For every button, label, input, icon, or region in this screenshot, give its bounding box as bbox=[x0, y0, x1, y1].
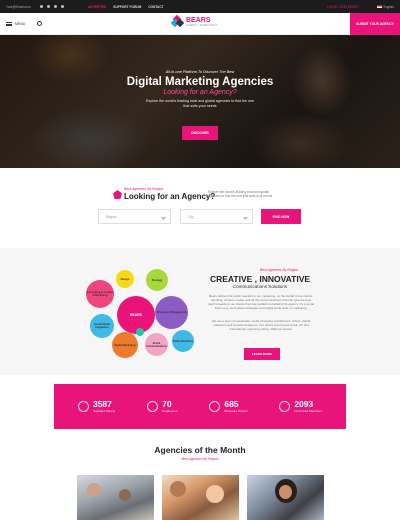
about-subtitle: Communications Solutions bbox=[232, 284, 288, 289]
agency-photo-detail bbox=[206, 485, 224, 503]
bubble-placement: Placement Management bbox=[155, 296, 188, 329]
users-icon bbox=[77, 401, 89, 412]
top-bar: Your@Email.com ADVERTISE SUPPORT FORUM C… bbox=[0, 0, 400, 13]
hero-description: Explore the world's leading local and gl… bbox=[146, 99, 254, 108]
bubble-consulting: Consulting & Contact & Marketing bbox=[86, 280, 114, 308]
stat-number: 685 bbox=[224, 399, 239, 409]
stat-number: 2093 bbox=[294, 399, 314, 409]
pentagon-icon bbox=[113, 190, 122, 199]
find-title: Looking for an Agency? bbox=[124, 192, 216, 201]
region-placeholder: Region bbox=[106, 214, 117, 219]
bubble-brand-comm: Brand Communications bbox=[145, 333, 168, 356]
chevron-down-icon bbox=[243, 215, 248, 220]
agency-photo bbox=[87, 483, 101, 497]
hero-title: Digital Marketing Agencies bbox=[126, 76, 274, 88]
language-label: English bbox=[383, 4, 394, 9]
language-select[interactable]: English bbox=[376, 4, 394, 9]
find-now-button[interactable]: FIND NOW bbox=[261, 209, 301, 224]
agency-photo-detail bbox=[279, 485, 292, 499]
menu-button[interactable]: MENU bbox=[6, 21, 26, 26]
stat-number: 3587 bbox=[92, 399, 112, 409]
hero-pretitle: All-in-one Platform To Discover The Best bbox=[165, 70, 235, 74]
agencies-of-month-header: Agencies of the Month Best Agencies By R… bbox=[0, 445, 400, 461]
stat-members: 2093 Dedicated Members bbox=[279, 400, 322, 413]
instagram-icon[interactable] bbox=[54, 5, 57, 8]
agency-card[interactable] bbox=[247, 475, 324, 520]
region-select[interactable]: Region bbox=[98, 209, 171, 224]
stat-label: Employees bbox=[162, 409, 178, 413]
agency-card[interactable] bbox=[77, 475, 154, 520]
city-select[interactable]: City bbox=[180, 209, 253, 224]
month-kicker: Best Agencies By Region bbox=[181, 457, 219, 461]
find-agency-section: Best Agencies By Region Looking for an A… bbox=[0, 168, 400, 248]
brand-logo[interactable]: BEARS AGENCY DIRECTORY bbox=[170, 14, 218, 28]
bubble-digital-marketing: Digital Marketing bbox=[112, 332, 138, 358]
brand-tagline: AGENCY DIRECTORY bbox=[186, 23, 218, 27]
social-links bbox=[40, 5, 64, 8]
star-icon bbox=[279, 401, 291, 412]
stat-employees: 70 Employees bbox=[147, 400, 177, 413]
month-title: Agencies of the Month bbox=[154, 445, 246, 455]
person-icon bbox=[147, 401, 159, 412]
about-paragraph-2: We are a team of passionate media strate… bbox=[211, 319, 311, 331]
contact-email[interactable]: Your@Email.com bbox=[6, 5, 40, 9]
bubble-social-media: Social Media Integration bbox=[90, 314, 114, 338]
agency-card[interactable] bbox=[162, 475, 239, 520]
chevron-down-icon bbox=[161, 215, 166, 220]
logo-mark-icon bbox=[170, 14, 185, 28]
about-section: Design Strategy Consulting & Contact & M… bbox=[0, 248, 400, 375]
learn-more-button[interactable]: LEARN MORE bbox=[244, 348, 281, 360]
link-advertise[interactable]: ADVERTISE bbox=[88, 5, 106, 9]
stat-number: 70 bbox=[162, 399, 172, 409]
hero-subtitle: Looking for an Agency? bbox=[163, 89, 237, 96]
youtube-icon[interactable] bbox=[61, 5, 64, 8]
stat-label: Satisfied Clients bbox=[92, 409, 116, 413]
agency-photo-detail bbox=[119, 489, 131, 501]
bubble-design: Design bbox=[116, 270, 134, 288]
about-kicker: Best Agencies By Region bbox=[260, 268, 299, 272]
briefcase-icon bbox=[209, 401, 221, 412]
stats-bar: 3587 Satisfied Clients 70 Employees 685 Bus… bbox=[54, 384, 346, 429]
bubble-public-relations: Public Relations bbox=[172, 330, 194, 352]
twitter-icon[interactable] bbox=[47, 5, 50, 8]
login-link[interactable]: LOGIN / JOIN BEARS bbox=[327, 5, 359, 9]
about-title: CREATIVE , INNOVATIVE bbox=[209, 274, 311, 284]
stat-clients: 3587 Satisfied Clients bbox=[77, 399, 116, 413]
stat-label: Business Posted bbox=[224, 409, 248, 413]
hero-section: All-in-one Platform To Discover The Best… bbox=[0, 35, 400, 168]
find-kicker: Best Agencies By Region bbox=[124, 187, 164, 191]
hamburger-icon bbox=[6, 21, 12, 26]
link-contact[interactable]: CONTACT bbox=[148, 5, 163, 9]
stat-label: Dedicated Members bbox=[294, 409, 323, 413]
about-paragraph-1: Bears defines the public reaction to our… bbox=[207, 294, 315, 310]
bubble-small-dot bbox=[136, 328, 144, 336]
main-nav: MENU BEARS AGENCY DIRECTORY SUBMIT YOUR … bbox=[0, 13, 400, 35]
facebook-icon[interactable] bbox=[40, 5, 43, 8]
city-placeholder: City bbox=[188, 214, 194, 219]
brand-name: BEARS bbox=[186, 16, 211, 24]
link-support-forum[interactable]: SUPPORT FORUM bbox=[113, 5, 141, 9]
menu-label: MENU bbox=[15, 21, 26, 26]
stat-business: 685 Business Posted bbox=[209, 400, 247, 413]
agency-photo bbox=[170, 481, 186, 497]
bubble-center-bears: BEARS bbox=[117, 296, 155, 334]
submit-agency-button[interactable]: SUBMIT YOUR AGENCY bbox=[350, 13, 400, 35]
search-icon[interactable] bbox=[37, 21, 42, 26]
flag-icon bbox=[376, 4, 382, 9]
bubble-strategy: Strategy bbox=[146, 269, 168, 291]
discover-button[interactable]: DISCOVER bbox=[182, 126, 218, 141]
find-description: Explore the world's leading local and gl… bbox=[208, 190, 273, 199]
